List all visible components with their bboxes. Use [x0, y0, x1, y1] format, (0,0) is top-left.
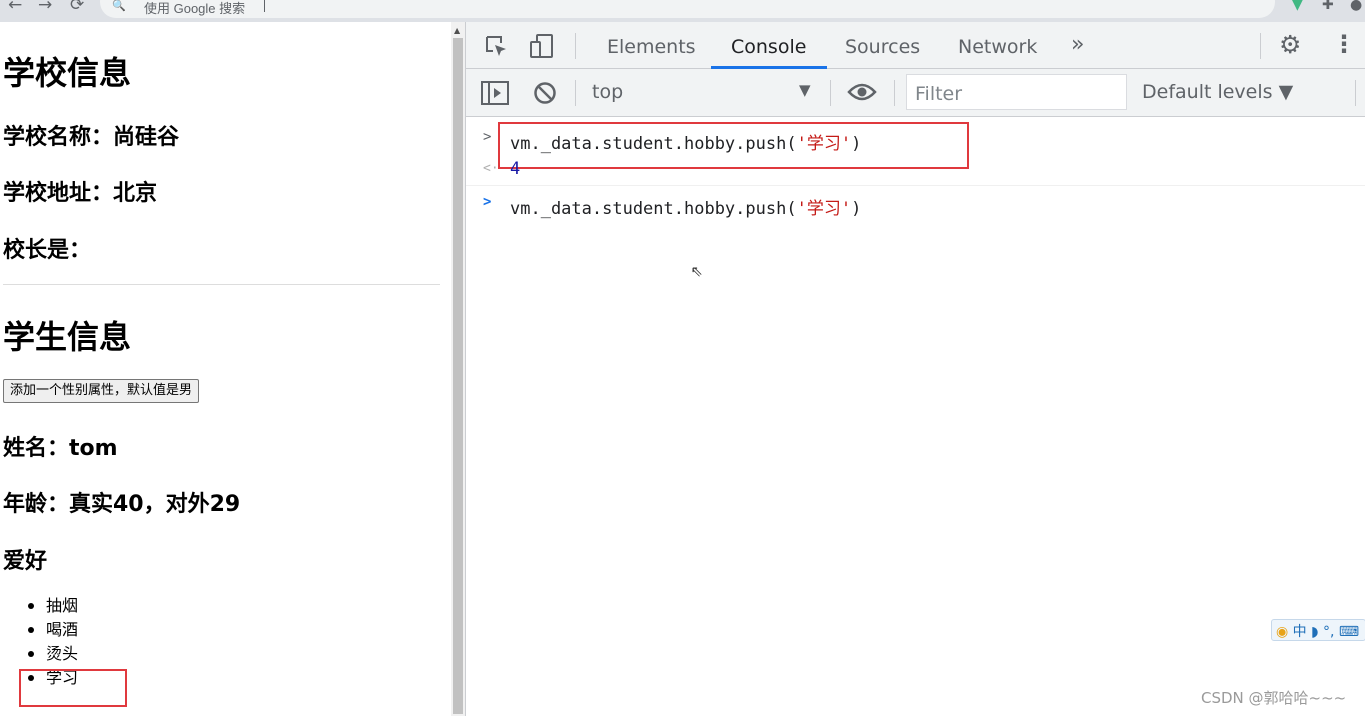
- hobby-item: 烫头: [28, 642, 78, 666]
- console-output[interactable]: > vm._data.student.hobby.push('学习') <· 4…: [466, 117, 1365, 716]
- ime-toolbar[interactable]: ◉ 中 ◗ °, ⌨: [1271, 619, 1365, 641]
- divider: [1260, 33, 1261, 59]
- context-selector[interactable]: top: [592, 81, 623, 103]
- code-text: ): [851, 199, 862, 219]
- code-text: vm._data.student.hobby.push(: [510, 199, 797, 219]
- live-expression-eye-icon[interactable]: [847, 82, 877, 102]
- input-prompt-icon: >: [483, 129, 492, 145]
- chevron-down-icon[interactable]: ▼: [799, 81, 811, 99]
- divider: [466, 185, 1365, 186]
- extensions-icon[interactable]: ✚: [1322, 0, 1334, 13]
- tab-elements[interactable]: Elements: [607, 22, 696, 69]
- more-options-icon[interactable]: ⋮: [1332, 30, 1356, 58]
- text-caret: [264, 0, 265, 12]
- watermark: CSDN @郭哈哈~~~: [1201, 689, 1347, 707]
- browser-toolbar: ← → ⟳ 🔍 使用 Google 搜索 ▼ ✚ ●: [0, 0, 1365, 22]
- log-levels-dropdown[interactable]: Default levels ▼: [1142, 81, 1293, 103]
- divider: [894, 80, 895, 106]
- console-input[interactable]: vm._data.student.hobby.push('学习'): [510, 194, 861, 219]
- profile-icon[interactable]: ●: [1350, 0, 1362, 13]
- reload-icon[interactable]: ⟳: [70, 0, 84, 15]
- hobby-item: 喝酒: [28, 618, 78, 642]
- result-prompt-icon: <·: [483, 161, 499, 176]
- inspect-element-icon[interactable]: [484, 34, 510, 60]
- console-prompt-line[interactable]: > vm._data.student.hobby.push('学习'): [466, 192, 1365, 222]
- tab-console[interactable]: Console: [731, 22, 806, 69]
- rendered-page: 学校信息 学校名称：尚硅谷 学校地址：北京 校长是： 学生信息 添加一个性别属性…: [0, 22, 451, 716]
- forward-icon[interactable]: →: [38, 0, 52, 15]
- add-sex-button[interactable]: 添加一个性别属性，默认值是男: [3, 379, 200, 403]
- divider: [575, 80, 576, 106]
- console-toolbar: top ▼ Filter Default levels ▼: [466, 69, 1365, 117]
- more-tabs-icon[interactable]: »: [1071, 22, 1084, 69]
- device-toolbar-icon[interactable]: [528, 32, 556, 60]
- sidebar-toggle-icon[interactable]: [481, 81, 509, 105]
- hobby-item: 抽烟: [28, 594, 78, 618]
- principal: 校长是：: [3, 238, 92, 263]
- hobby-heading: 爱好: [3, 549, 48, 574]
- search-icon: 🔍: [112, 0, 126, 12]
- school-name: 学校名称：尚硅谷: [3, 125, 180, 150]
- address-bar-placeholder: 使用 Google 搜索: [144, 1, 246, 16]
- divider: [830, 80, 831, 106]
- mouse-cursor-icon: ⇖: [691, 257, 704, 281]
- keyboard-icon[interactable]: ⌨: [1339, 624, 1359, 640]
- school-heading: 学校信息: [3, 54, 132, 92]
- clear-console-icon[interactable]: [533, 81, 557, 105]
- code-string: '学习': [796, 199, 852, 219]
- address-bar[interactable]: 🔍 使用 Google 搜索: [100, 0, 1275, 18]
- settings-icon[interactable]: ⚙: [1279, 30, 1301, 59]
- vue-devtools-icon[interactable]: ▼: [1292, 0, 1303, 13]
- tab-network[interactable]: Network: [958, 22, 1037, 69]
- divider: [3, 284, 440, 285]
- tab-sources[interactable]: Sources: [845, 22, 920, 69]
- student-age: 年龄：真实40，对外29: [3, 492, 241, 517]
- back-icon[interactable]: ←: [8, 0, 22, 15]
- student-heading: 学生信息: [3, 318, 132, 356]
- ime-status: 中 ◗ °,: [1292, 624, 1335, 640]
- divider: [1355, 80, 1356, 106]
- student-name: 姓名：tom: [3, 436, 118, 461]
- result-value: 4: [510, 159, 521, 179]
- page-scrollbar[interactable]: ▲: [451, 22, 465, 716]
- filter-input[interactable]: Filter: [906, 74, 1127, 110]
- ime-logo-icon: ◉: [1276, 624, 1289, 640]
- scrollbar-thumb[interactable]: [453, 38, 463, 714]
- divider: [575, 33, 576, 59]
- devtools-panel: Elements Console Sources Network » ⚙ ⋮ t…: [465, 22, 1365, 716]
- active-prompt-icon: >: [483, 194, 492, 210]
- highlight-box-new-hobby: [19, 669, 127, 707]
- console-result: <· 4: [466, 159, 1365, 185]
- scroll-up-icon[interactable]: ▲: [454, 26, 460, 35]
- devtools-tab-bar: Elements Console Sources Network » ⚙ ⋮: [466, 22, 1365, 69]
- school-address: 学校地址：北京: [3, 181, 158, 206]
